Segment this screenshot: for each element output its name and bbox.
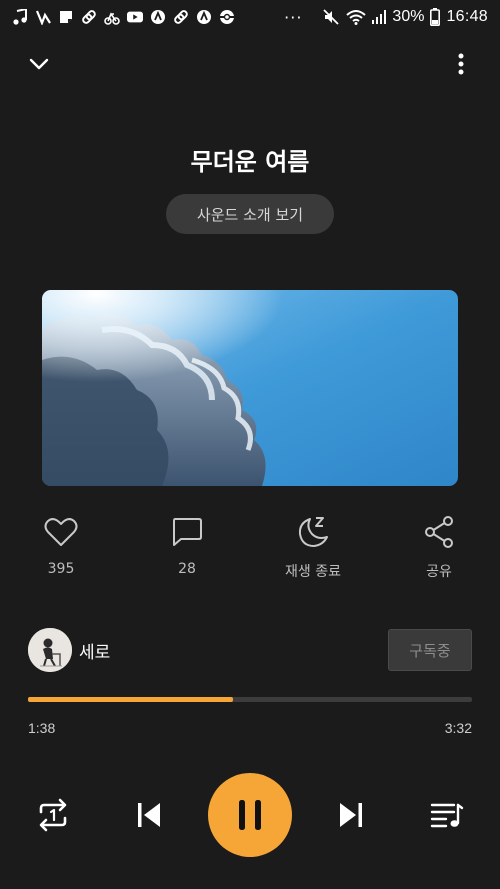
heart-icon — [41, 512, 81, 552]
pokeball-icon — [219, 9, 235, 25]
sound-intro-button[interactable]: 사운드 소개 보기 — [166, 194, 334, 234]
sleep-timer-label: 재생 종료 — [285, 564, 341, 580]
more-icon: ··· — [284, 7, 303, 27]
link-icon — [81, 9, 97, 25]
artist-name[interactable]: 세로 — [79, 638, 110, 663]
notification-icon — [35, 9, 51, 25]
mute-icon — [322, 8, 340, 26]
current-time: 1:38 — [28, 720, 56, 736]
music-note-icon — [12, 9, 28, 25]
artist-row: 세로 구독중 — [28, 628, 472, 672]
status-bar: ··· 30% 16:48 — [0, 0, 500, 34]
comment-count: 28 — [178, 561, 196, 577]
share-icon — [419, 512, 459, 552]
share-label: 공유 — [426, 564, 452, 580]
link-icon — [173, 9, 189, 25]
more-options-button[interactable] — [446, 48, 476, 80]
repeat-one-icon — [35, 798, 71, 832]
sleep-timer-icon — [293, 512, 333, 552]
signal-icon — [372, 10, 387, 24]
youtube-icon — [127, 9, 143, 25]
progress-bar[interactable] — [28, 697, 472, 702]
status-system-icons: ··· 30% 16:48 — [284, 8, 488, 27]
pause-button[interactable] — [208, 773, 292, 857]
chevron-down-icon — [29, 58, 49, 70]
share-button[interactable]: 공유 — [389, 512, 489, 581]
bike-icon — [104, 9, 120, 25]
action-row: 395 28 재생 종료 공유 — [0, 512, 500, 582]
next-button[interactable] — [327, 791, 375, 839]
like-button[interactable]: 395 — [11, 512, 111, 577]
total-time: 3:32 — [444, 720, 472, 736]
battery-icon — [430, 8, 441, 26]
playlist-icon — [430, 801, 464, 829]
collapse-button[interactable] — [22, 48, 56, 80]
skip-next-icon — [337, 801, 365, 829]
subscribe-button[interactable]: 구독중 — [388, 629, 472, 671]
clock: 16:48 — [446, 8, 488, 25]
previous-button[interactable] — [125, 791, 173, 839]
app-icon — [196, 9, 212, 25]
album-artwork — [42, 290, 458, 486]
sleep-timer-button[interactable]: 재생 종료 — [263, 512, 363, 581]
repeat-button[interactable] — [28, 791, 78, 839]
comment-button[interactable]: 28 — [137, 512, 237, 577]
more-vert-icon — [458, 53, 464, 75]
note-icon — [58, 9, 74, 25]
like-count: 395 — [47, 561, 75, 577]
progress-fill — [28, 697, 234, 702]
app-icon — [150, 9, 166, 25]
battery-percent: 30% — [392, 8, 425, 25]
playlist-button[interactable] — [422, 791, 472, 839]
skip-previous-icon — [135, 801, 163, 829]
wifi-icon — [346, 9, 367, 25]
pause-icon — [237, 799, 263, 831]
comment-icon — [167, 512, 207, 552]
avatar[interactable] — [28, 628, 72, 672]
status-notification-icons — [12, 9, 235, 25]
song-title: 무더운 여름 — [190, 148, 310, 176]
